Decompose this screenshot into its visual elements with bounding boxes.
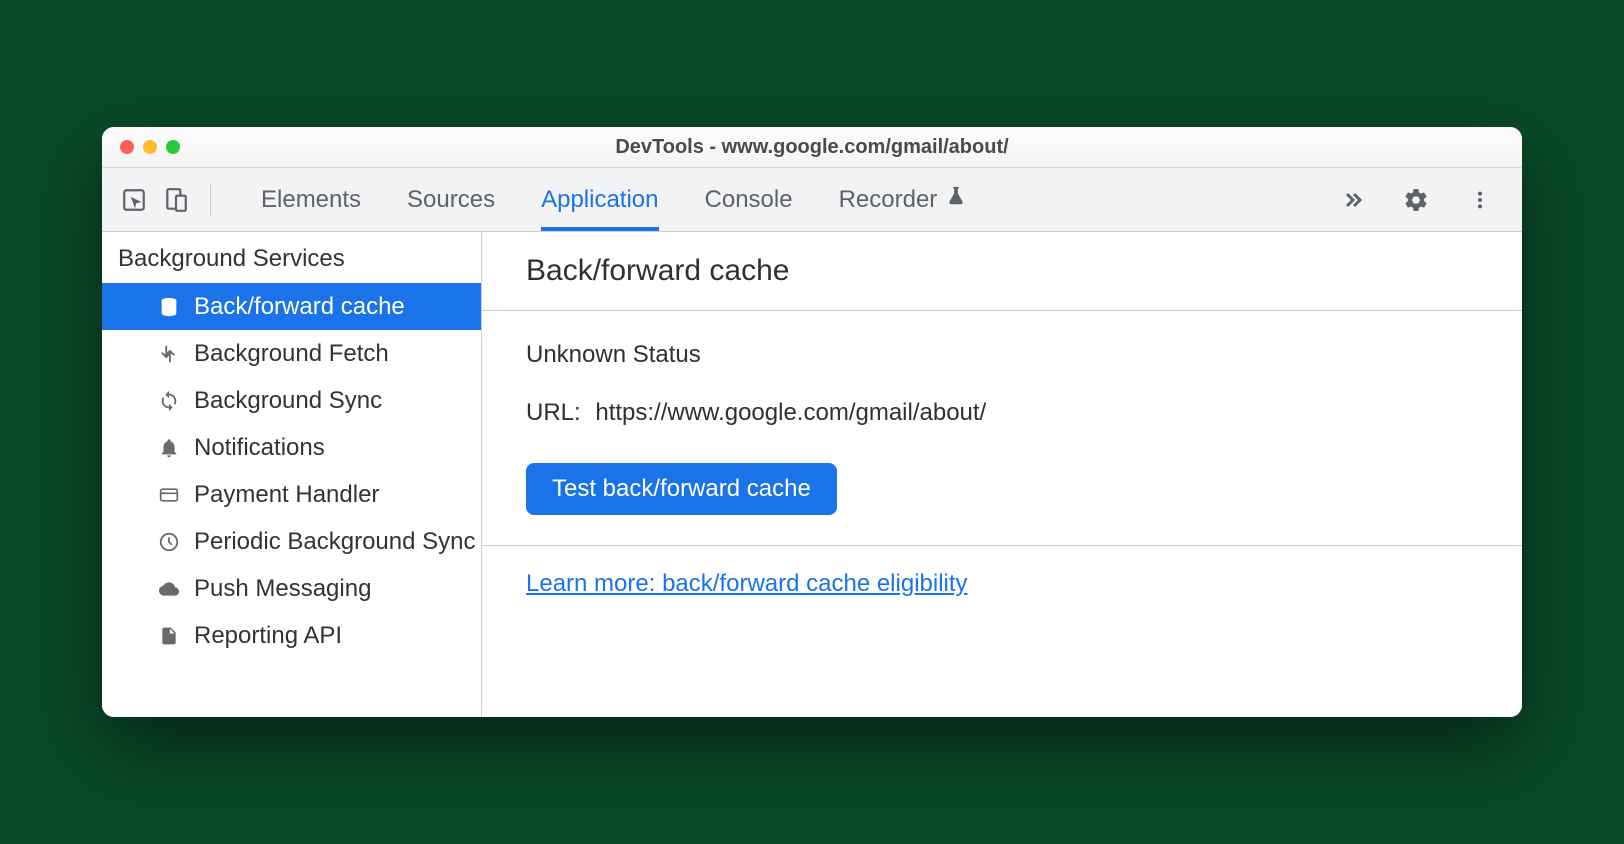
- devtools-window: DevTools - www.google.com/gmail/about/ E…: [102, 127, 1522, 717]
- sync-icon: [156, 390, 182, 412]
- settings-gear-icon[interactable]: [1402, 186, 1430, 214]
- sidebar-item-label: Reporting API: [194, 622, 342, 650]
- fetch-icon: [156, 343, 182, 365]
- sidebar-item-label: Push Messaging: [194, 575, 371, 603]
- experiment-flask-icon: [945, 185, 967, 214]
- database-icon: [156, 296, 182, 318]
- page-title: Back/forward cache: [526, 254, 1478, 288]
- window-title: DevTools - www.google.com/gmail/about/: [102, 136, 1522, 159]
- sidebar-item-notifications[interactable]: Notifications: [102, 424, 481, 471]
- sidebar-item-periodic-sync[interactable]: Periodic Background Sync: [102, 518, 481, 565]
- sidebar-heading: Background Services: [102, 232, 481, 283]
- main-header: Back/forward cache: [482, 232, 1522, 311]
- cloud-icon: [156, 579, 182, 599]
- panel-body: Background Services Back/forward cache B…: [102, 232, 1522, 717]
- device-toolbar-icon[interactable]: [162, 186, 190, 214]
- maximize-window-button[interactable]: [166, 140, 180, 154]
- main-panel: Back/forward cache Unknown Status URL: h…: [482, 232, 1522, 717]
- sidebar-item-reporting-api[interactable]: Reporting API: [102, 612, 481, 659]
- toolbar: Elements Sources Application Console Rec…: [102, 168, 1522, 232]
- learn-more-link[interactable]: Learn more: back/forward cache eligibili…: [526, 570, 968, 597]
- panel-tabs: Elements Sources Application Console Rec…: [261, 168, 1324, 231]
- sidebar-item-push-messaging[interactable]: Push Messaging: [102, 565, 481, 612]
- sidebar: Background Services Back/forward cache B…: [102, 232, 482, 717]
- sidebar-item-bfcache[interactable]: Back/forward cache: [102, 283, 481, 330]
- tab-console[interactable]: Console: [705, 168, 793, 231]
- sidebar-item-payment-handler[interactable]: Payment Handler: [102, 471, 481, 518]
- toolbar-right: [1338, 186, 1494, 214]
- sidebar-item-label: Periodic Background Sync: [194, 528, 475, 556]
- more-tabs-icon[interactable]: [1338, 186, 1366, 214]
- minimize-window-button[interactable]: [143, 140, 157, 154]
- learn-more-section: Learn more: back/forward cache eligibili…: [482, 546, 1522, 622]
- close-window-button[interactable]: [120, 140, 134, 154]
- toolbar-divider: [210, 183, 211, 217]
- window-controls: [120, 140, 180, 154]
- test-bfcache-button[interactable]: Test back/forward cache: [526, 463, 837, 515]
- kebab-menu-icon[interactable]: [1466, 186, 1494, 214]
- bell-icon: [156, 437, 182, 459]
- clock-icon: [156, 531, 182, 553]
- sidebar-item-background-fetch[interactable]: Background Fetch: [102, 330, 481, 377]
- status-section: Unknown Status URL: https://www.google.c…: [482, 311, 1522, 546]
- file-icon: [156, 625, 182, 647]
- titlebar: DevTools - www.google.com/gmail/about/: [102, 127, 1522, 168]
- tab-application[interactable]: Application: [541, 168, 658, 231]
- sidebar-item-label: Notifications: [194, 434, 325, 462]
- sidebar-item-label: Payment Handler: [194, 481, 379, 509]
- tab-sources[interactable]: Sources: [407, 168, 495, 231]
- tab-recorder[interactable]: Recorder: [839, 168, 968, 231]
- sidebar-item-label: Back/forward cache: [194, 293, 405, 321]
- url-line: URL: https://www.google.com/gmail/about/: [526, 399, 1478, 427]
- url-value: https://www.google.com/gmail/about/: [595, 399, 986, 426]
- tab-recorder-label: Recorder: [839, 186, 938, 214]
- card-icon: [156, 485, 182, 505]
- url-label: URL:: [526, 399, 581, 426]
- sidebar-item-label: Background Fetch: [194, 340, 389, 368]
- status-text: Unknown Status: [526, 341, 1478, 369]
- inspect-element-icon[interactable]: [120, 186, 148, 214]
- sidebar-item-label: Background Sync: [194, 387, 382, 415]
- sidebar-item-background-sync[interactable]: Background Sync: [102, 377, 481, 424]
- tab-elements[interactable]: Elements: [261, 168, 361, 231]
